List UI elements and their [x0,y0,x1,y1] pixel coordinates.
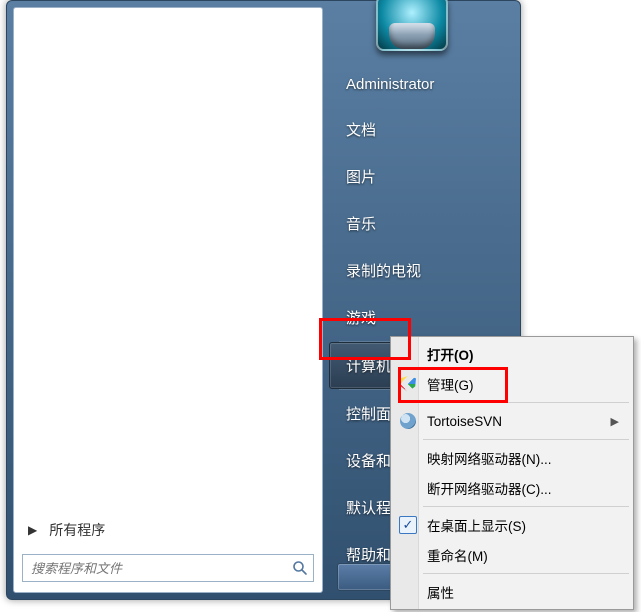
context-menu-item-label: 重命名(M) [427,545,488,565]
context-menu-item-label: 属性 [427,582,454,602]
right-item-recorded-tv[interactable]: 录制的电视 [329,247,520,294]
context-menu-separator [423,439,629,440]
programs-list-area [14,8,322,514]
check-icon: ✓ [398,515,418,535]
context-menu-item-label: 映射网络驱动器(N)... [427,448,552,468]
right-item-label: 文档 [346,122,376,139]
context-menu-separator [423,402,629,403]
context-menu-item-label: 管理(G) [427,374,474,394]
icon-placeholder [398,448,418,468]
all-programs[interactable]: ▶ 所有程序 [14,514,322,546]
context-menu-item-label: 断开网络驱动器(C)... [427,478,552,498]
right-item-user[interactable]: Administrator [329,63,520,106]
context-menu-item-open[interactable]: 打开(O) [393,339,631,369]
context-menu-item-label: 在桌面上显示(S) [427,515,526,535]
user-avatar-icon [376,0,448,51]
user-avatar-frame [369,0,455,57]
context-menu-item-disconnect-drive[interactable]: 断开网络驱动器(C)... [393,473,631,503]
all-programs-label: 所有程序 [49,520,105,540]
search-icon [287,560,313,576]
right-item-label: 音乐 [346,216,376,233]
chevron-right-icon: ▶ [611,415,619,428]
context-menu-item-show-desktop[interactable]: ✓ 在桌面上显示(S) [393,510,631,540]
right-item-games[interactable]: 游戏 [329,294,520,341]
triangle-right-icon: ▶ [28,523,37,537]
search-input[interactable] [23,561,287,576]
icon-placeholder [398,344,418,364]
right-item-pictures[interactable]: 图片 [329,153,520,200]
context-menu-item-map-drive[interactable]: 映射网络驱动器(N)... [393,443,631,473]
right-item-label: 游戏 [346,310,376,327]
context-menu-item-tortoisesvn[interactable]: TortoiseSVN ▶ [393,406,631,436]
right-item-label: 图片 [346,169,376,186]
computer-context-menu: 打开(O) 管理(G) TortoiseSVN ▶ 映射网络驱动器(N)... 断开网络驱… [390,336,634,610]
right-item-documents[interactable]: 文档 [329,106,520,153]
start-menu-left-pane: ▶ 所有程序 [13,7,323,593]
icon-placeholder [398,478,418,498]
icon-placeholder [398,545,418,565]
right-item-music[interactable]: 音乐 [329,200,520,247]
tortoise-icon [398,411,418,431]
context-menu-item-properties[interactable]: 属性 [393,577,631,607]
context-menu-item-manage[interactable]: 管理(G) [393,369,631,399]
search-bar[interactable] [22,554,314,582]
context-menu-separator [423,506,629,507]
context-menu-item-label: TortoiseSVN [427,414,502,429]
shield-icon [398,374,418,394]
context-menu-item-label: 打开(O) [427,344,474,364]
context-menu-separator [423,573,629,574]
icon-placeholder [398,582,418,602]
right-item-label: 计算机 [346,358,391,375]
context-menu-item-rename[interactable]: 重命名(M) [393,540,631,570]
right-item-label: 录制的电视 [346,263,421,280]
